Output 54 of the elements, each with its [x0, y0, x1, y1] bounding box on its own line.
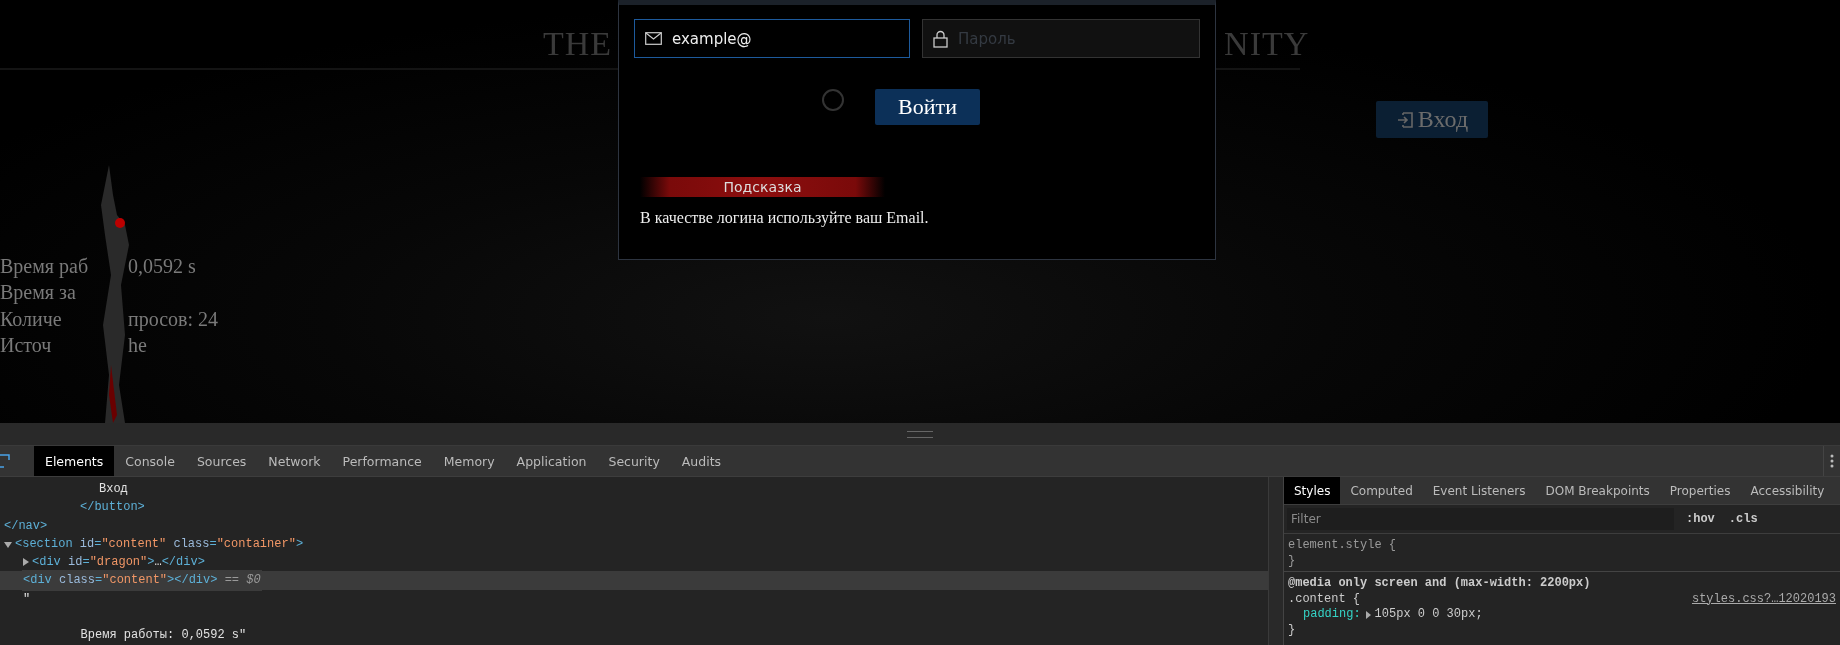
rule-selector: element.style { [1288, 538, 1397, 552]
site-title: NITY [1224, 25, 1310, 63]
expand-triangle-icon[interactable] [1365, 610, 1371, 619]
styles-pane-tab[interactable]: Event Listeners [1422, 477, 1536, 504]
rule-selector: .content { [1288, 591, 1360, 607]
stats-text: Время за [0, 281, 77, 305]
media-query: @media only screen and (max-width: 2200px) [1288, 576, 1591, 590]
stats-text: 0,0592 s [128, 254, 197, 278]
styles-pane-tab[interactable]: Accessibility [1740, 477, 1835, 504]
property-name: padding: [1303, 607, 1361, 623]
devtools-tab[interactable]: Elements [34, 446, 115, 476]
dom-node-row[interactable]: <section id="content" class="container"> [0, 534, 1268, 554]
rule-brace: } [1288, 553, 1296, 568]
styles-pane-tab[interactable]: Computed [1340, 477, 1423, 504]
styles-pane-tab[interactable]: Styles [1284, 477, 1341, 504]
stats-text: Источ [0, 334, 53, 358]
dom-node-row[interactable]: </button> [0, 498, 1268, 517]
property-value: 105px 0 0 30px; [1374, 607, 1483, 623]
dom-node-row[interactable]: " Время работы: 0,0592 s" [0, 589, 1268, 645]
dom-node-row[interactable]: <div class="content"></div> == $0 [0, 571, 1268, 590]
style-toggle[interactable]: :hov [1684, 512, 1717, 526]
devtools-tab[interactable]: Sources [185, 446, 258, 476]
email-field[interactable]: example@ [634, 19, 910, 58]
devtools-tab[interactable]: Performance [331, 446, 433, 476]
site-title: THE [543, 25, 613, 63]
sign-in-icon [1395, 109, 1414, 130]
stats-text: Время раб [0, 254, 90, 278]
devtools-tab[interactable]: Console [114, 446, 186, 476]
devtools-tab[interactable]: Memory [432, 446, 506, 476]
source-link[interactable]: styles.css?…12020193 [1691, 591, 1836, 607]
email-input[interactable]: example@ [672, 29, 899, 48]
submit-button[interactable]: Войти [875, 89, 980, 125]
stats-text: просов: 24 [128, 307, 220, 331]
stats-text: he [128, 334, 148, 358]
styles-pane-tab[interactable]: DOM Breakpoints [1535, 477, 1660, 504]
padlock-icon [933, 29, 948, 48]
rule-brace: } [1288, 622, 1296, 637]
stats-text: Количе [0, 307, 63, 331]
style-toggle[interactable]: .cls [1726, 512, 1760, 526]
inspect-element-icon [0, 453, 12, 469]
dom-node-row[interactable]: </nav> [0, 516, 1268, 535]
more-menu-icon [1830, 454, 1834, 468]
devtools-tab[interactable]: Security [597, 446, 671, 476]
styles-pane-tab[interactable]: Properties [1659, 477, 1741, 504]
disclosure-triangle-icon[interactable] [4, 541, 12, 548]
devtools-tab[interactable]: Audits [670, 446, 733, 476]
devtools-tab[interactable]: Network [257, 446, 332, 476]
devtools-tab[interactable]: Application [505, 446, 598, 476]
hint-text: В качестве логина используйте ваш Email. [640, 209, 930, 227]
resize-grip-icon[interactable] [907, 430, 933, 438]
hint-heading: Подсказка [640, 177, 885, 197]
dom-node-row[interactable]: Вход [0, 480, 1268, 499]
filter-field[interactable]: Filter [1287, 508, 1674, 530]
envelope-icon [645, 32, 662, 45]
